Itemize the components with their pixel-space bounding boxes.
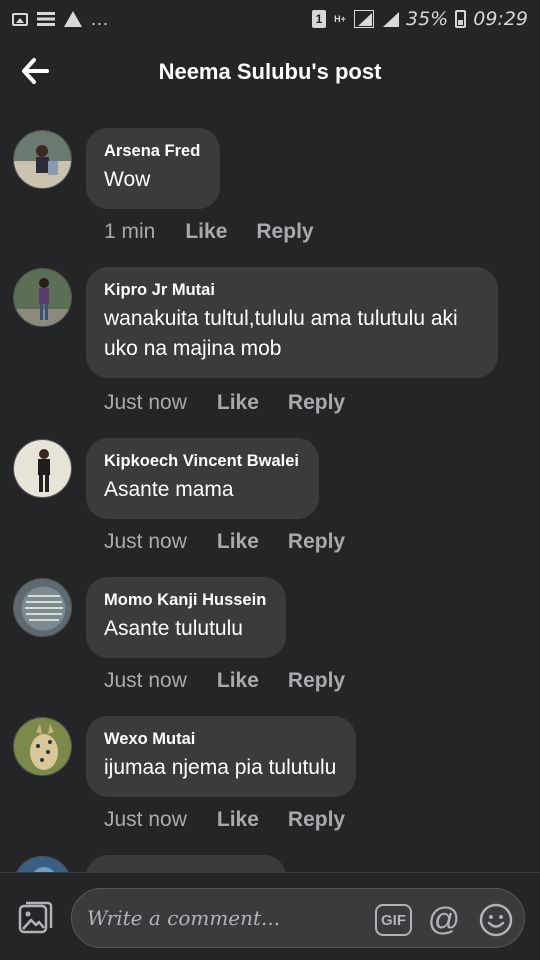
like-button[interactable]: Like [185,220,227,244]
comment-placeholder: Write a comment... [87,906,281,930]
comment-actions: Just now Like Reply [104,669,345,693]
mention-button[interactable]: @ [426,902,462,938]
like-button[interactable]: Like [217,669,259,693]
comment-list[interactable]: Arsena Fred Wow 1 min Like Reply Kipro J… [0,106,540,872]
comment-author[interactable]: Arsena Fred [104,141,200,162]
avatar[interactable] [13,268,72,327]
page-title: Neema Sulubu's post [158,59,382,84]
comment-author[interactable]: Wexo Mutai [104,729,336,750]
comment-text: wanakuita tultul,tululu ama tulutulu aki… [104,307,458,360]
comment-actions: Just now Like Reply [104,808,345,832]
comment-actions: Just now Like Reply [104,530,345,554]
arrow-left-icon [22,58,49,84]
avatar[interactable] [13,578,72,637]
comment-time: Just now [104,391,187,414]
emoji-button[interactable] [478,902,514,938]
avatar[interactable] [13,856,72,872]
emoji-icon [479,903,513,937]
photo-button[interactable] [17,901,53,937]
comment-bubble[interactable]: Kipro Jr Mutai wanakuita tultul,tululu a… [86,267,498,378]
comment-bubble[interactable]: Arsena Fred Wow [86,128,221,209]
comment-text: Asante mama [104,478,234,501]
sim-icon: 1 [312,10,326,28]
avatar[interactable] [13,717,72,776]
back-button[interactable] [20,56,52,86]
comment-bubble[interactable]: Wexo Mutai ijumaa njema pia tulutulu [86,716,357,797]
comment-time: Just now [104,669,187,692]
comment-author[interactable]: Kipkoech Vincent Bwalei [104,451,299,472]
signal-icon [381,11,399,27]
comment-text: Asante tulutulu [104,617,243,640]
battery-percent: 35% [406,8,449,30]
comment-author[interactable]: Momo Kanji Hussein [104,590,266,611]
reply-button[interactable]: Reply [288,808,345,832]
battery-icon [455,10,467,28]
comment-composer: Write a comment... GIF @ [0,872,540,960]
comment-time: Just now [104,530,187,553]
comment-time: 1 min [104,220,156,243]
avatar[interactable] [13,439,72,498]
comment-text: ijumaa njema pia tulutulu [104,756,337,779]
reply-button[interactable]: Reply [256,220,313,244]
comment-actions: 1 min Like Reply [104,220,314,244]
reply-button[interactable]: Reply [288,669,345,693]
comment-bubble[interactable]: Momo Kanji Hussein Asante tulutulu [86,577,287,658]
hplus-icon: H+ [334,14,346,24]
comment-input[interactable]: Write a comment... GIF @ [71,888,525,948]
clock: 09:29 [473,8,528,30]
comment-text: Wow [104,168,151,191]
photo-icon [18,901,53,934]
reply-button[interactable]: Reply [288,530,345,554]
gif-icon: GIF [381,911,406,929]
gif-button[interactable]: GIF [375,904,412,936]
reply-button[interactable]: Reply [288,391,345,415]
like-button[interactable]: Like [217,530,259,554]
comment-bubble[interactable]: Kipkoech Vincent Bwalei Asante mama [86,438,320,519]
warning-icon [64,11,82,27]
more-notifications-indicator: ... [91,8,110,29]
list-icon [37,12,55,26]
avatar[interactable] [13,130,72,189]
status-bar: ... 1 H+ 35% 09:29 [0,0,540,38]
signal-icon [354,10,374,28]
comment-actions: Just now Like Reply [104,391,345,415]
comment-author[interactable]: Kipro Jr Mutai [104,280,478,301]
like-button[interactable]: Like [217,808,259,832]
like-button[interactable]: Like [217,391,259,415]
at-icon: @ [427,901,461,937]
gallery-icon [12,12,28,26]
post-header: Neema Sulubu's post [0,38,540,106]
comment-time: Just now [104,808,187,831]
comment-bubble[interactable] [86,855,286,872]
